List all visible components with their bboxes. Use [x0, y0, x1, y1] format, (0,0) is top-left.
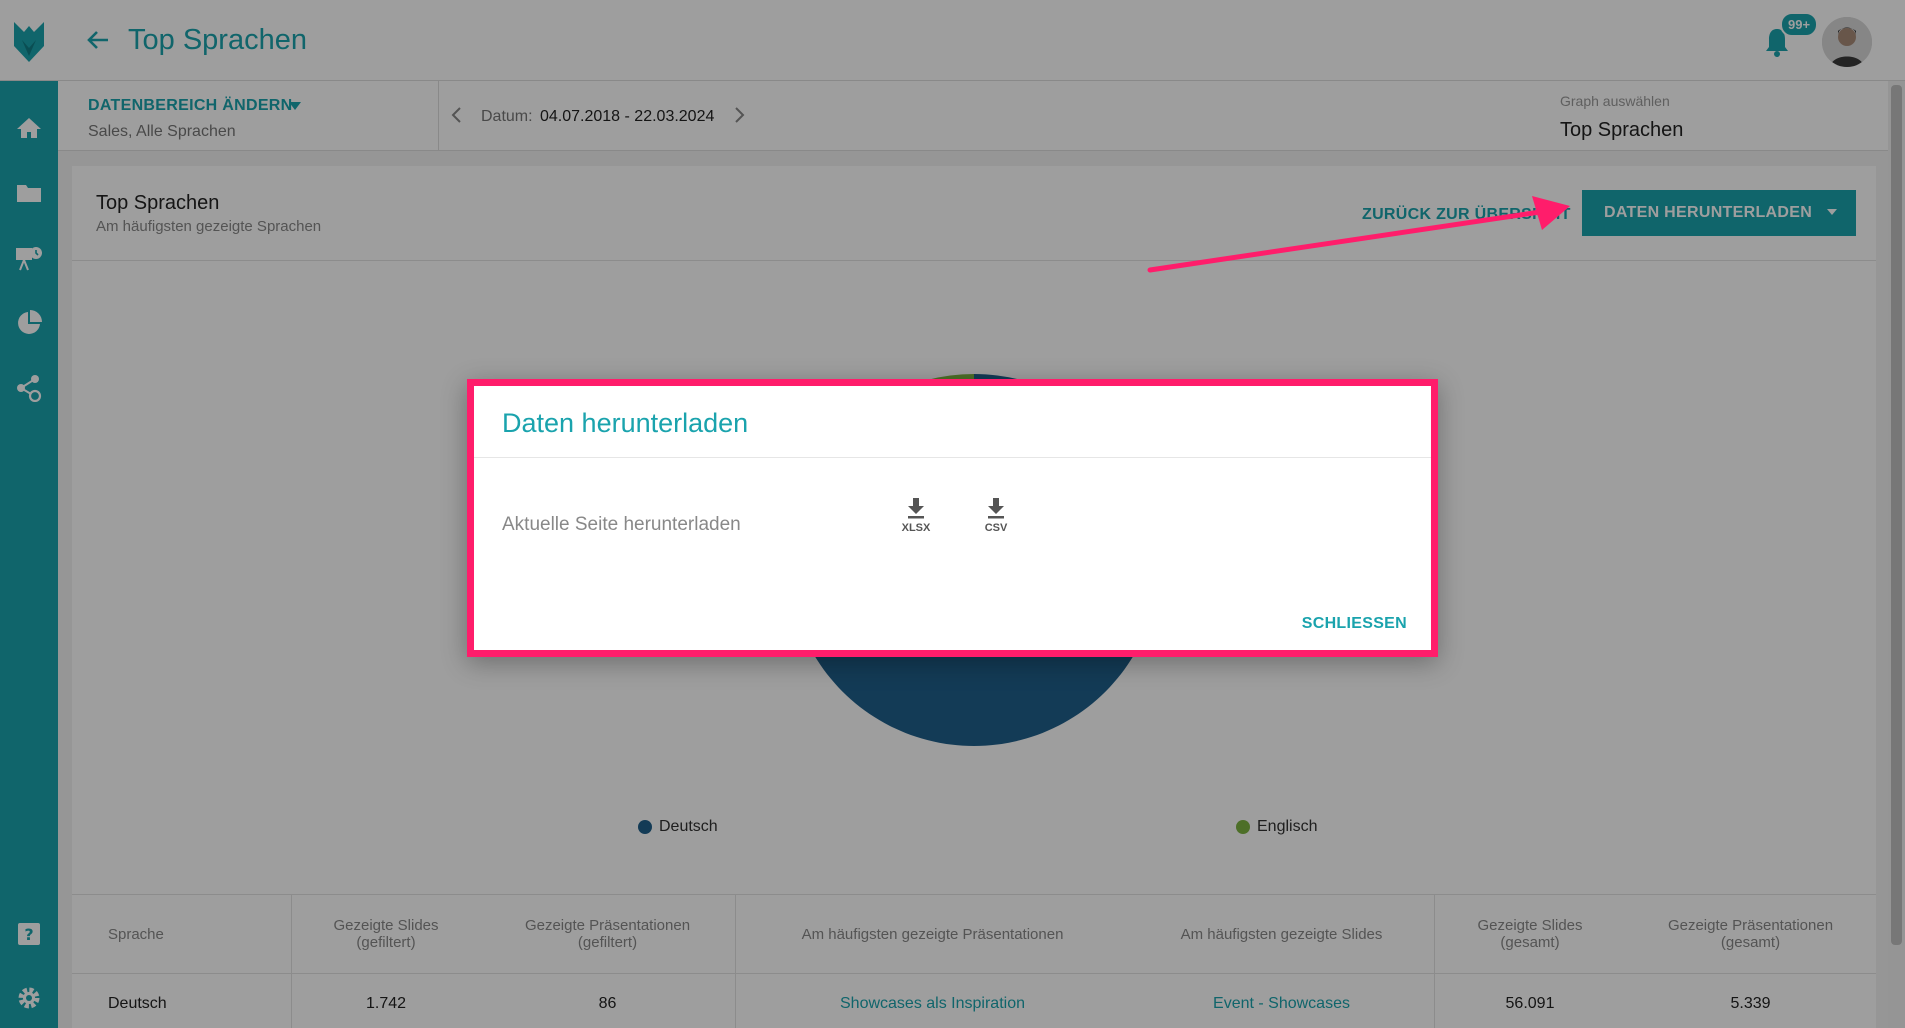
csv-label: CSV [984, 522, 1008, 534]
annotation-arrow [1147, 196, 1570, 273]
download-current-page-label: Aktuelle Seite herunterladen [502, 514, 741, 535]
close-button[interactable]: SCHLIESSEN [1302, 615, 1407, 633]
xlsx-label: XLSX [901, 522, 931, 534]
download-csv-button[interactable]: CSV [966, 496, 1026, 534]
download-dialog: Daten herunterladen Aktuelle Seite herun… [467, 379, 1438, 657]
download-xlsx-button[interactable]: XLSX [886, 496, 946, 534]
divider [474, 457, 1431, 458]
download-icon [988, 498, 1004, 519]
dialog-title: Daten herunterladen [502, 408, 749, 438]
download-icon [908, 498, 924, 519]
